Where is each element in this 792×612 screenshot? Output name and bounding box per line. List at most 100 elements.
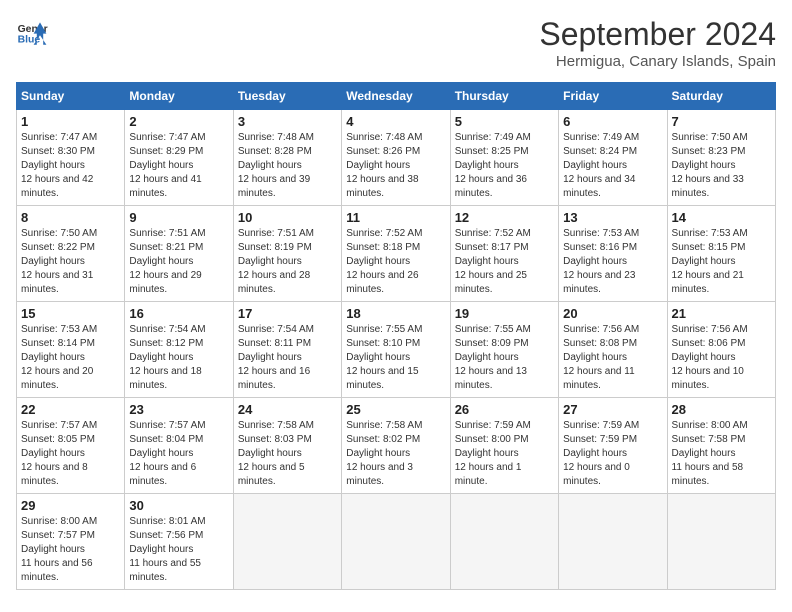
table-row: 29 Sunrise: 8:00 AM Sunset: 7:57 PM Dayl… (17, 494, 125, 590)
day-info: Sunrise: 7:54 AM Sunset: 8:11 PM Dayligh… (238, 323, 337, 393)
col-wednesday: Wednesday (342, 83, 450, 110)
day-number: 10 (238, 210, 337, 225)
table-row: 6 Sunrise: 7:49 AM Sunset: 8:24 PM Dayli… (559, 110, 667, 206)
day-info: Sunrise: 7:57 AM Sunset: 8:04 PM Dayligh… (129, 419, 228, 489)
table-row: 18 Sunrise: 7:55 AM Sunset: 8:10 PM Dayl… (342, 302, 450, 398)
col-tuesday: Tuesday (233, 83, 341, 110)
table-row (342, 494, 450, 590)
table-row: 28 Sunrise: 8:00 AM Sunset: 7:58 PM Dayl… (667, 398, 775, 494)
table-row: 5 Sunrise: 7:49 AM Sunset: 8:25 PM Dayli… (450, 110, 558, 206)
day-number: 22 (21, 402, 120, 417)
calendar-table: Sunday Monday Tuesday Wednesday Thursday… (16, 82, 776, 590)
table-row: 13 Sunrise: 7:53 AM Sunset: 8:16 PM Dayl… (559, 206, 667, 302)
day-info: Sunrise: 8:00 AM Sunset: 7:57 PM Dayligh… (21, 515, 120, 585)
table-row: 12 Sunrise: 7:52 AM Sunset: 8:17 PM Dayl… (450, 206, 558, 302)
day-number: 25 (346, 402, 445, 417)
day-number: 24 (238, 402, 337, 417)
table-row: 4 Sunrise: 7:48 AM Sunset: 8:26 PM Dayli… (342, 110, 450, 206)
table-row: 20 Sunrise: 7:56 AM Sunset: 8:08 PM Dayl… (559, 302, 667, 398)
day-number: 3 (238, 114, 337, 129)
table-row (450, 494, 558, 590)
calendar-week-row: 1 Sunrise: 7:47 AM Sunset: 8:30 PM Dayli… (17, 110, 776, 206)
day-info: Sunrise: 7:55 AM Sunset: 8:09 PM Dayligh… (455, 323, 554, 393)
table-row: 17 Sunrise: 7:54 AM Sunset: 8:11 PM Dayl… (233, 302, 341, 398)
day-number: 18 (346, 306, 445, 321)
table-row: 30 Sunrise: 8:01 AM Sunset: 7:56 PM Dayl… (125, 494, 233, 590)
table-row: 26 Sunrise: 7:59 AM Sunset: 8:00 PM Dayl… (450, 398, 558, 494)
table-row: 8 Sunrise: 7:50 AM Sunset: 8:22 PM Dayli… (17, 206, 125, 302)
day-info: Sunrise: 7:47 AM Sunset: 8:30 PM Dayligh… (21, 131, 120, 201)
day-info: Sunrise: 7:51 AM Sunset: 8:21 PM Dayligh… (129, 227, 228, 297)
col-thursday: Thursday (450, 83, 558, 110)
col-friday: Friday (559, 83, 667, 110)
day-info: Sunrise: 7:53 AM Sunset: 8:15 PM Dayligh… (672, 227, 771, 297)
day-info: Sunrise: 7:47 AM Sunset: 8:29 PM Dayligh… (129, 131, 228, 201)
day-info: Sunrise: 7:59 AM Sunset: 8:00 PM Dayligh… (455, 419, 554, 489)
table-row: 14 Sunrise: 7:53 AM Sunset: 8:15 PM Dayl… (667, 206, 775, 302)
calendar-header-row: Sunday Monday Tuesday Wednesday Thursday… (17, 83, 776, 110)
location-subtitle: Hermigua, Canary Islands, Spain (539, 53, 776, 70)
day-number: 15 (21, 306, 120, 321)
day-number: 29 (21, 498, 120, 513)
table-row: 7 Sunrise: 7:50 AM Sunset: 8:23 PM Dayli… (667, 110, 775, 206)
table-row: 24 Sunrise: 7:58 AM Sunset: 8:03 PM Dayl… (233, 398, 341, 494)
day-info: Sunrise: 7:49 AM Sunset: 8:24 PM Dayligh… (563, 131, 662, 201)
col-sunday: Sunday (17, 83, 125, 110)
day-info: Sunrise: 7:56 AM Sunset: 8:06 PM Dayligh… (672, 323, 771, 393)
day-number: 20 (563, 306, 662, 321)
day-number: 27 (563, 402, 662, 417)
day-number: 26 (455, 402, 554, 417)
day-number: 21 (672, 306, 771, 321)
table-row: 11 Sunrise: 7:52 AM Sunset: 8:18 PM Dayl… (342, 206, 450, 302)
day-number: 19 (455, 306, 554, 321)
day-info: Sunrise: 7:58 AM Sunset: 8:03 PM Dayligh… (238, 419, 337, 489)
table-row: 2 Sunrise: 7:47 AM Sunset: 8:29 PM Dayli… (125, 110, 233, 206)
day-number: 23 (129, 402, 228, 417)
table-row: 1 Sunrise: 7:47 AM Sunset: 8:30 PM Dayli… (17, 110, 125, 206)
table-row: 16 Sunrise: 7:54 AM Sunset: 8:12 PM Dayl… (125, 302, 233, 398)
day-info: Sunrise: 7:53 AM Sunset: 8:16 PM Dayligh… (563, 227, 662, 297)
table-row: 15 Sunrise: 7:53 AM Sunset: 8:14 PM Dayl… (17, 302, 125, 398)
day-number: 28 (672, 402, 771, 417)
day-info: Sunrise: 7:55 AM Sunset: 8:10 PM Dayligh… (346, 323, 445, 393)
day-number: 6 (563, 114, 662, 129)
table-row: 22 Sunrise: 7:57 AM Sunset: 8:05 PM Dayl… (17, 398, 125, 494)
day-info: Sunrise: 7:53 AM Sunset: 8:14 PM Dayligh… (21, 323, 120, 393)
col-monday: Monday (125, 83, 233, 110)
day-info: Sunrise: 7:59 AM Sunset: 7:59 PM Dayligh… (563, 419, 662, 489)
table-row: 10 Sunrise: 7:51 AM Sunset: 8:19 PM Dayl… (233, 206, 341, 302)
day-info: Sunrise: 7:48 AM Sunset: 8:28 PM Dayligh… (238, 131, 337, 201)
month-title: September 2024 (539, 16, 776, 53)
table-row: 23 Sunrise: 7:57 AM Sunset: 8:04 PM Dayl… (125, 398, 233, 494)
day-info: Sunrise: 7:54 AM Sunset: 8:12 PM Dayligh… (129, 323, 228, 393)
day-number: 17 (238, 306, 337, 321)
title-area: September 2024 Hermigua, Canary Islands,… (539, 16, 776, 70)
day-number: 14 (672, 210, 771, 225)
table-row: 9 Sunrise: 7:51 AM Sunset: 8:21 PM Dayli… (125, 206, 233, 302)
table-row: 21 Sunrise: 7:56 AM Sunset: 8:06 PM Dayl… (667, 302, 775, 398)
day-info: Sunrise: 7:50 AM Sunset: 8:22 PM Dayligh… (21, 227, 120, 297)
day-info: Sunrise: 7:52 AM Sunset: 8:17 PM Dayligh… (455, 227, 554, 297)
day-number: 7 (672, 114, 771, 129)
page-header: General Blue September 2024 Hermigua, Ca… (16, 16, 776, 70)
day-number: 4 (346, 114, 445, 129)
day-info: Sunrise: 7:52 AM Sunset: 8:18 PM Dayligh… (346, 227, 445, 297)
day-number: 12 (455, 210, 554, 225)
day-number: 2 (129, 114, 228, 129)
day-info: Sunrise: 7:57 AM Sunset: 8:05 PM Dayligh… (21, 419, 120, 489)
day-number: 9 (129, 210, 228, 225)
day-info: Sunrise: 7:48 AM Sunset: 8:26 PM Dayligh… (346, 131, 445, 201)
day-info: Sunrise: 8:01 AM Sunset: 7:56 PM Dayligh… (129, 515, 228, 585)
logo: General Blue (16, 16, 48, 48)
day-number: 30 (129, 498, 228, 513)
day-number: 8 (21, 210, 120, 225)
calendar-week-row: 15 Sunrise: 7:53 AM Sunset: 8:14 PM Dayl… (17, 302, 776, 398)
day-number: 11 (346, 210, 445, 225)
day-number: 1 (21, 114, 120, 129)
calendar-week-row: 22 Sunrise: 7:57 AM Sunset: 8:05 PM Dayl… (17, 398, 776, 494)
day-info: Sunrise: 7:58 AM Sunset: 8:02 PM Dayligh… (346, 419, 445, 489)
table-row: 3 Sunrise: 7:48 AM Sunset: 8:28 PM Dayli… (233, 110, 341, 206)
day-number: 16 (129, 306, 228, 321)
table-row (233, 494, 341, 590)
table-row (559, 494, 667, 590)
